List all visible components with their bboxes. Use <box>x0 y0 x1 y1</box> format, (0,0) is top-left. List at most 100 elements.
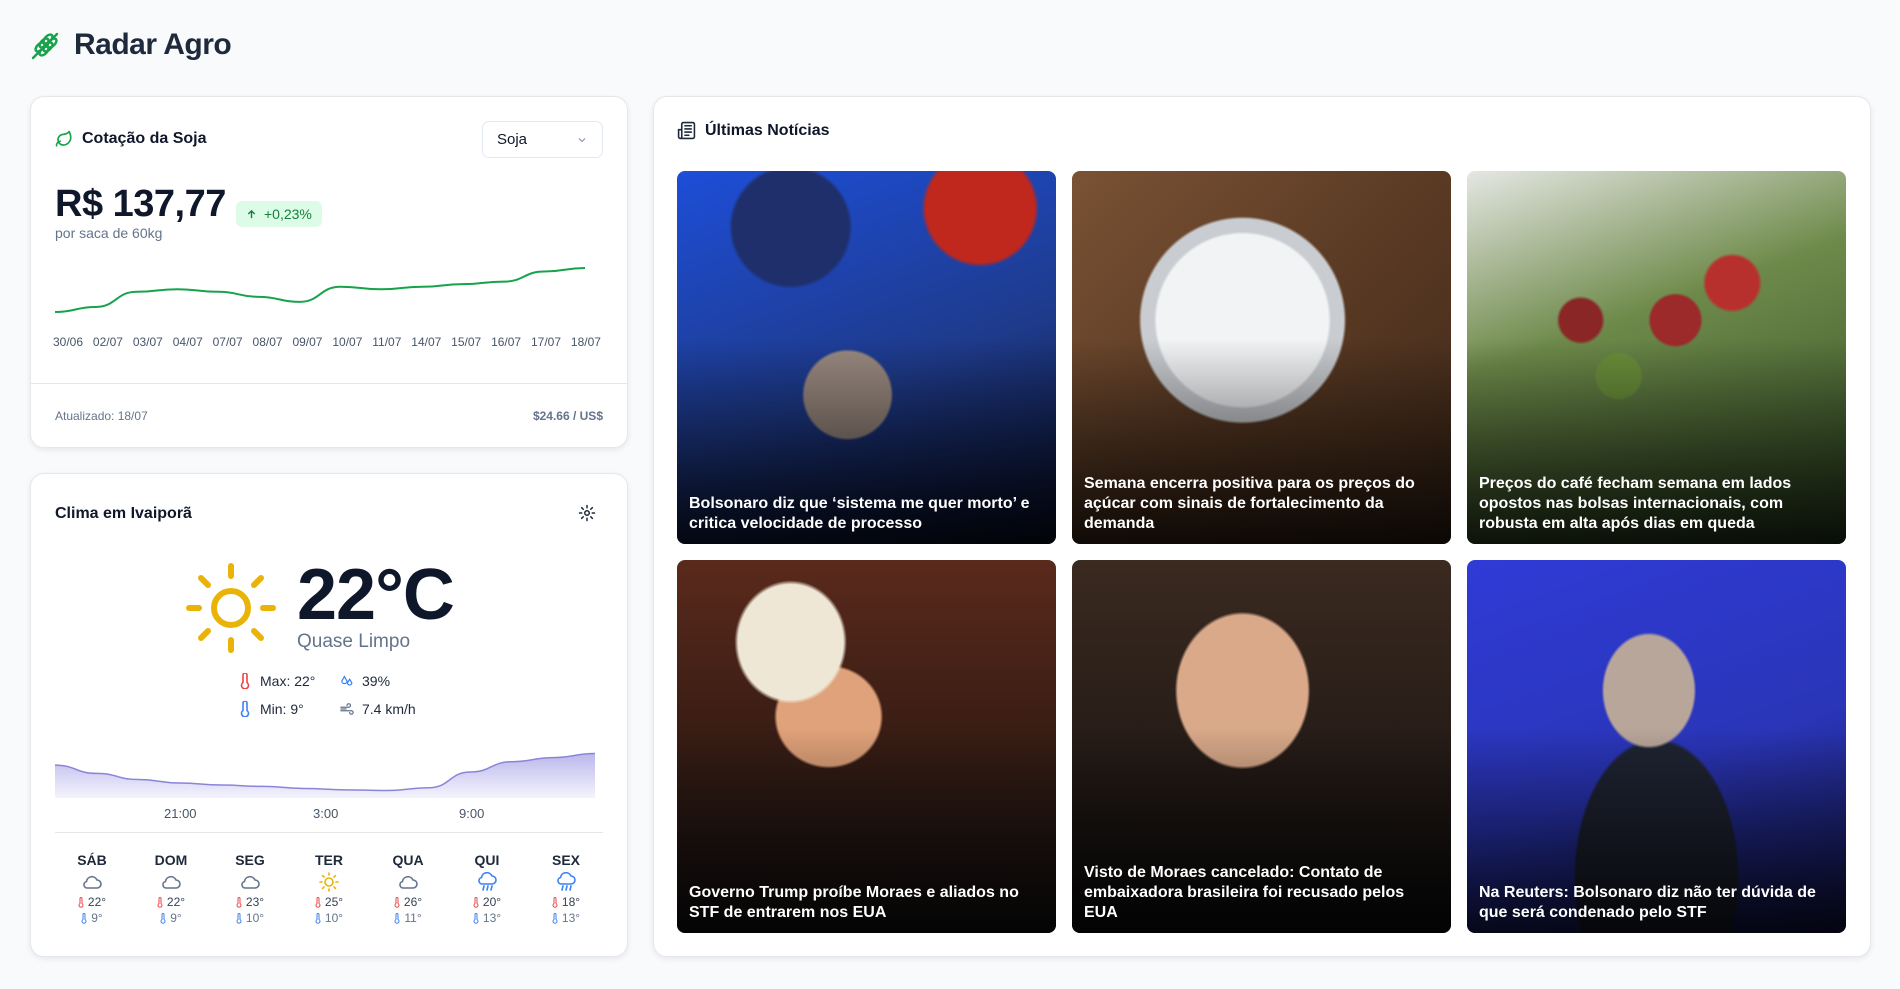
max-temp-stat: Max: 22° <box>238 673 315 689</box>
forecast-day-name: QUI <box>474 852 500 868</box>
arrow-up-icon <box>247 209 256 218</box>
app-header: Radar Agro <box>30 28 232 62</box>
price-date-tick: 17/07 <box>530 335 562 349</box>
weather-divider <box>55 832 603 833</box>
temperature-area <box>55 753 595 798</box>
forecast-day: QUI 20° 13° <box>462 852 512 926</box>
hour-label: 9:00 <box>459 806 485 821</box>
price-date-tick: 04/07 <box>172 335 203 349</box>
forecast-low: 11° <box>394 910 422 926</box>
forecast-day: SEX 18° 13° <box>541 852 591 926</box>
wheat-logo-icon <box>31 32 59 60</box>
news-article[interactable]: Bolsonaro diz que ‘sistema me quer morto… <box>677 171 1056 544</box>
commodity-select[interactable]: Soja <box>482 121 603 158</box>
price-card-header: Cotação da Soja <box>55 130 206 148</box>
price-date-tick: 14/07 <box>411 335 442 349</box>
forecast-high: 23° <box>236 894 264 910</box>
hourly-temperature-chart <box>55 752 595 798</box>
news-card-header: Últimas Notícias <box>677 121 829 140</box>
price-date-tick: 18/07 <box>570 335 601 349</box>
thermometer-icon <box>473 912 479 924</box>
wind-stat: 7.4 km/h <box>340 701 416 717</box>
news-article[interactable]: Preços do café fecham semana em lados op… <box>1467 171 1846 544</box>
forecast-day: SÁB 22° 9° <box>67 852 117 926</box>
price-unit: por saca de 60kg <box>55 225 163 241</box>
price-date-tick: 02/07 <box>92 335 123 349</box>
price-date-tick: 10/07 <box>332 335 363 349</box>
forecast-day-name: DOM <box>154 852 188 868</box>
min-temp-stat: Min: 9° <box>238 701 304 717</box>
thermometer-icon <box>236 912 242 924</box>
price-date-tick: 15/07 <box>451 335 482 349</box>
thermometer-icon <box>473 896 479 908</box>
forecast-high: 18° <box>552 894 580 910</box>
price-change-value: +0,23% <box>264 206 312 222</box>
droplets-icon <box>341 675 353 686</box>
price-updated-text: Atualizado: 18/07 <box>55 409 148 423</box>
price-value: R$ 137,77 <box>55 183 226 225</box>
forecast-day-name: QUA <box>392 852 424 868</box>
forecast-day: TER 25° 10° <box>304 852 354 926</box>
news-headline: Na Reuters: Bolsonaro diz não ter dúvida… <box>1479 884 1816 921</box>
news-article[interactable]: Semana encerra positiva para os preços d… <box>1072 171 1451 544</box>
news-headline: Visto de Moraes cancelado: Contato de em… <box>1084 864 1405 921</box>
price-date-tick: 30/06 <box>53 335 84 349</box>
news-article[interactable]: Na Reuters: Bolsonaro diz não ter dúvida… <box>1467 560 1846 933</box>
app-title: Radar Agro <box>74 28 232 61</box>
thermometer-cold-icon <box>240 701 250 717</box>
hour-label: 3:00 <box>313 806 339 821</box>
thermometer-icon <box>315 912 321 924</box>
thermometer-icon <box>394 896 400 908</box>
forecast-low: 13° <box>552 910 580 926</box>
forecast-day-name: SEX <box>551 852 580 868</box>
thermometer-icon <box>394 912 400 924</box>
forecast-day-name: SEG <box>235 852 265 868</box>
price-date-tick: 03/07 <box>132 335 163 349</box>
exchange-rate-text: $24.66 / US$ <box>532 409 603 423</box>
price-date-axis: 30/06 02/07 03/07 04/07 07/07 08/07 09/07 10/07… <box>53 335 601 349</box>
min-temp-value: Min: 9° <box>260 701 304 717</box>
cloud-icon <box>241 875 260 889</box>
price-series-line <box>55 267 585 313</box>
news-headline: Bolsonaro diz que ‘sistema me quer morto… <box>689 495 1030 532</box>
sun-icon <box>186 563 276 653</box>
forecast-high: 20° <box>473 894 501 910</box>
cloud-icon <box>162 875 181 889</box>
commodity-select-value: Soja <box>497 131 528 148</box>
thermometer-icon <box>236 896 242 908</box>
thermometer-icon <box>552 912 558 924</box>
humidity-stat: 39% <box>340 673 390 689</box>
forecast-low: 9° <box>81 910 103 926</box>
price-date-tick: 11/07 <box>372 335 402 349</box>
sun-icon <box>319 872 339 892</box>
price-date-tick: 07/07 <box>212 335 243 349</box>
gear-icon[interactable] <box>578 504 596 522</box>
forecast-low: 13° <box>473 910 501 926</box>
newspaper-icon <box>677 121 696 140</box>
forecast-low: 10° <box>315 910 343 926</box>
price-card-title: Cotação da Soja <box>82 130 207 147</box>
news-headline: Semana encerra positiva para os preços d… <box>1084 475 1415 532</box>
cloud-icon <box>399 875 418 889</box>
rain-icon <box>478 872 497 891</box>
news-article[interactable]: Visto de Moraes cancelado: Contato de em… <box>1072 560 1451 933</box>
forecast-high: 25° <box>315 894 343 910</box>
wind-value: 7.4 km/h <box>362 701 416 717</box>
rain-icon <box>557 872 576 891</box>
price-change-badge: +0,23% <box>236 201 322 227</box>
thermometer-icon <box>315 896 321 908</box>
forecast-day-name: SÁB <box>77 852 107 868</box>
forecast-high: 26° <box>394 894 422 910</box>
thermometer-icon <box>78 896 84 908</box>
current-temperature: 22°C <box>297 555 455 635</box>
price-line-chart <box>55 267 585 313</box>
cloud-icon <box>83 875 102 889</box>
wind-icon <box>340 703 354 715</box>
forecast-high: 22° <box>78 894 106 910</box>
thermometer-icon <box>552 896 558 908</box>
news-card-title: Últimas Notícias <box>705 121 830 139</box>
max-temp-value: Max: 22° <box>260 673 316 689</box>
chevron-down-icon <box>578 137 586 142</box>
humidity-value: 39% <box>362 673 391 689</box>
news-article[interactable]: Governo Trump proíbe Moraes e aliados no… <box>677 560 1056 933</box>
